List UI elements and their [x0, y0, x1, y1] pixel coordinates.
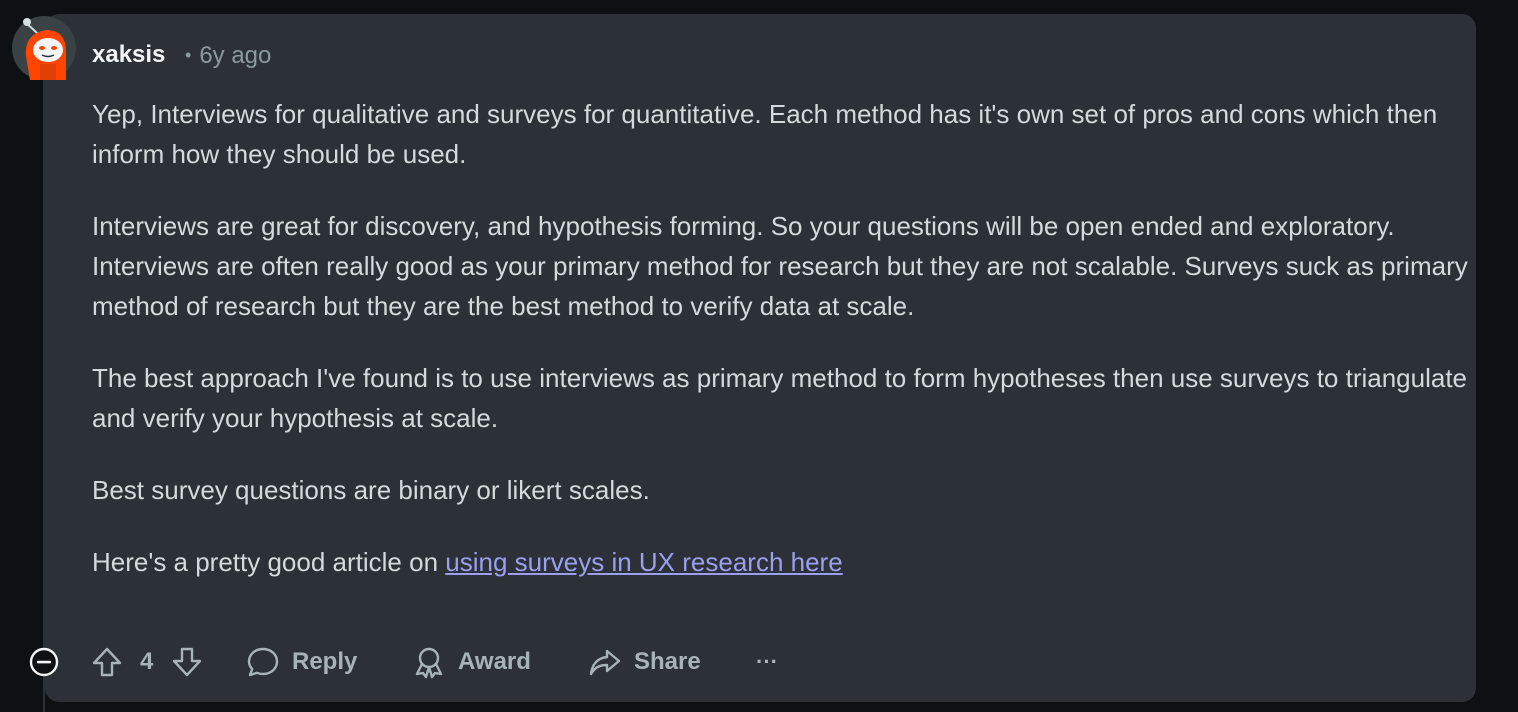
share-arrow-icon [589, 649, 621, 676]
comment-author[interactable]: xaksis [92, 40, 165, 70]
comment-paragraph: The best approach I've found is to use i… [92, 363, 1468, 433]
reply-button[interactable]: Reply [246, 638, 357, 686]
collapse-minus-circle-icon [29, 647, 59, 677]
speech-bubble-icon [247, 647, 279, 677]
article-link[interactable]: using surveys in UX research here [445, 547, 842, 577]
award-button[interactable]: Award [412, 638, 531, 686]
downvote-button[interactable] [170, 638, 204, 686]
upvote-arrow-icon [92, 647, 122, 677]
ellipsis-icon: ··· [756, 649, 778, 674]
vote-count: 4 [140, 638, 153, 686]
comment-paragraph-link: Here's a pretty good article on using su… [92, 542, 1472, 582]
comment-paragraph: Best survey questions are binary or like… [92, 475, 650, 505]
reply-label: Reply [292, 648, 358, 675]
comment-paragraph: Yep, Interviews for qualitative and surv… [92, 99, 1438, 169]
share-label: Share [634, 648, 701, 675]
meta-separator: • [185, 45, 192, 65]
downvote-arrow-icon [172, 647, 202, 677]
award-ribbon-icon [415, 647, 443, 679]
share-button[interactable]: Share [588, 638, 701, 686]
comment-age[interactable]: 6y ago [199, 42, 271, 69]
comment-paragraph: Interviews are great for discovery, and … [92, 211, 1468, 321]
snoo-avatar-icon [12, 16, 76, 80]
upvote-button[interactable] [90, 638, 124, 686]
comment-actions: 4 Reply Award Share ··· [28, 638, 828, 686]
link-intro-text: Here's a pretty good article on [92, 547, 446, 577]
collapse-button[interactable] [28, 638, 60, 686]
more-options-button[interactable]: ··· [756, 638, 778, 686]
avatar[interactable] [12, 16, 76, 80]
comment-body: Yep, Interviews for qualitative and surv… [92, 94, 1472, 614]
comment-meta: • 6y ago [185, 40, 271, 71]
award-label: Award [458, 648, 531, 675]
vote-count-value: 4 [140, 648, 154, 675]
